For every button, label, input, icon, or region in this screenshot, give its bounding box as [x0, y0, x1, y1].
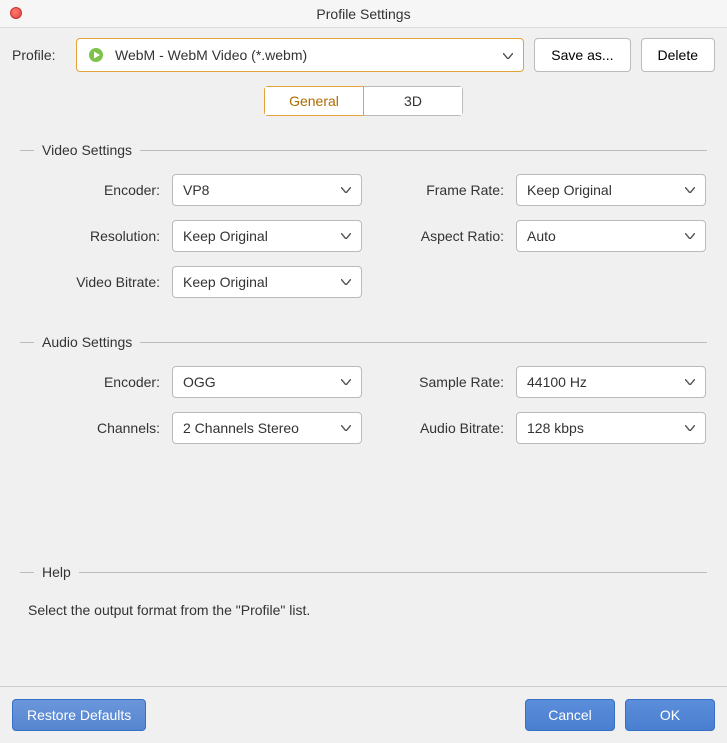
chevron-down-icon	[503, 48, 513, 62]
chevron-down-icon	[341, 276, 351, 288]
channels-label: Channels:	[20, 420, 160, 436]
aspect-ratio-label: Aspect Ratio:	[374, 228, 504, 244]
profile-row: Profile: WebM - WebM Video (*.webm) Save…	[0, 28, 727, 82]
ok-button[interactable]: OK	[625, 699, 715, 731]
chevron-down-icon	[685, 184, 695, 196]
tab-3d[interactable]: 3D	[363, 86, 463, 116]
tabs: General 3D	[0, 82, 727, 126]
chevron-down-icon	[685, 230, 695, 242]
audio-settings-section: Audio Settings Encoder: OGG Sample Rate:…	[20, 334, 707, 444]
audio-encoder-label: Encoder:	[20, 374, 160, 390]
aspect-ratio-value: Auto	[527, 228, 556, 244]
channels-value: 2 Channels Stereo	[183, 420, 299, 436]
window-title: Profile Settings	[316, 6, 410, 22]
chevron-down-icon	[341, 230, 351, 242]
sample-rate-label: Sample Rate:	[374, 374, 504, 390]
aspect-ratio-select[interactable]: Auto	[516, 220, 706, 252]
frame-rate-select[interactable]: Keep Original	[516, 174, 706, 206]
frame-rate-label: Frame Rate:	[374, 182, 504, 198]
video-settings-section: Video Settings Encoder: VP8 Frame Rate: …	[20, 142, 707, 298]
chevron-down-icon	[341, 422, 351, 434]
chevron-down-icon	[341, 184, 351, 196]
resolution-value: Keep Original	[183, 228, 268, 244]
help-section: Help Select the output format from the "…	[20, 564, 707, 624]
video-bitrate-label: Video Bitrate:	[20, 274, 160, 290]
channels-select[interactable]: 2 Channels Stereo	[172, 412, 362, 444]
save-as-button[interactable]: Save as...	[534, 38, 630, 72]
chevron-down-icon	[685, 422, 695, 434]
video-bitrate-select[interactable]: Keep Original	[172, 266, 362, 298]
video-bitrate-value: Keep Original	[183, 274, 268, 290]
play-icon	[87, 46, 105, 64]
restore-defaults-button[interactable]: Restore Defaults	[12, 699, 146, 731]
resolution-label: Resolution:	[20, 228, 160, 244]
video-encoder-value: VP8	[183, 182, 209, 198]
resolution-select[interactable]: Keep Original	[172, 220, 362, 252]
frame-rate-value: Keep Original	[527, 182, 612, 198]
audio-bitrate-value: 128 kbps	[527, 420, 584, 436]
video-settings-title: Video Settings	[42, 142, 132, 158]
close-icon[interactable]	[10, 7, 22, 19]
profile-select[interactable]: WebM - WebM Video (*.webm)	[76, 38, 524, 72]
content: Video Settings Encoder: VP8 Frame Rate: …	[0, 126, 727, 686]
profile-settings-window: Profile Settings Profile: WebM - WebM Vi…	[0, 0, 727, 743]
audio-settings-title: Audio Settings	[42, 334, 132, 350]
tab-general[interactable]: General	[264, 86, 364, 116]
audio-encoder-value: OGG	[183, 374, 216, 390]
footer: Restore Defaults Cancel OK	[0, 686, 727, 743]
sample-rate-value: 44100 Hz	[527, 374, 587, 390]
audio-bitrate-label: Audio Bitrate:	[374, 420, 504, 436]
help-text: Select the output format from the "Profi…	[20, 596, 707, 624]
chevron-down-icon	[341, 376, 351, 388]
titlebar: Profile Settings	[0, 0, 727, 28]
chevron-down-icon	[685, 376, 695, 388]
audio-bitrate-select[interactable]: 128 kbps	[516, 412, 706, 444]
cancel-button[interactable]: Cancel	[525, 699, 615, 731]
profile-label: Profile:	[12, 47, 66, 63]
delete-button[interactable]: Delete	[641, 38, 715, 72]
audio-encoder-select[interactable]: OGG	[172, 366, 362, 398]
help-title: Help	[42, 564, 71, 580]
video-encoder-label: Encoder:	[20, 182, 160, 198]
video-encoder-select[interactable]: VP8	[172, 174, 362, 206]
profile-value: WebM - WebM Video (*.webm)	[115, 47, 307, 63]
sample-rate-select[interactable]: 44100 Hz	[516, 366, 706, 398]
